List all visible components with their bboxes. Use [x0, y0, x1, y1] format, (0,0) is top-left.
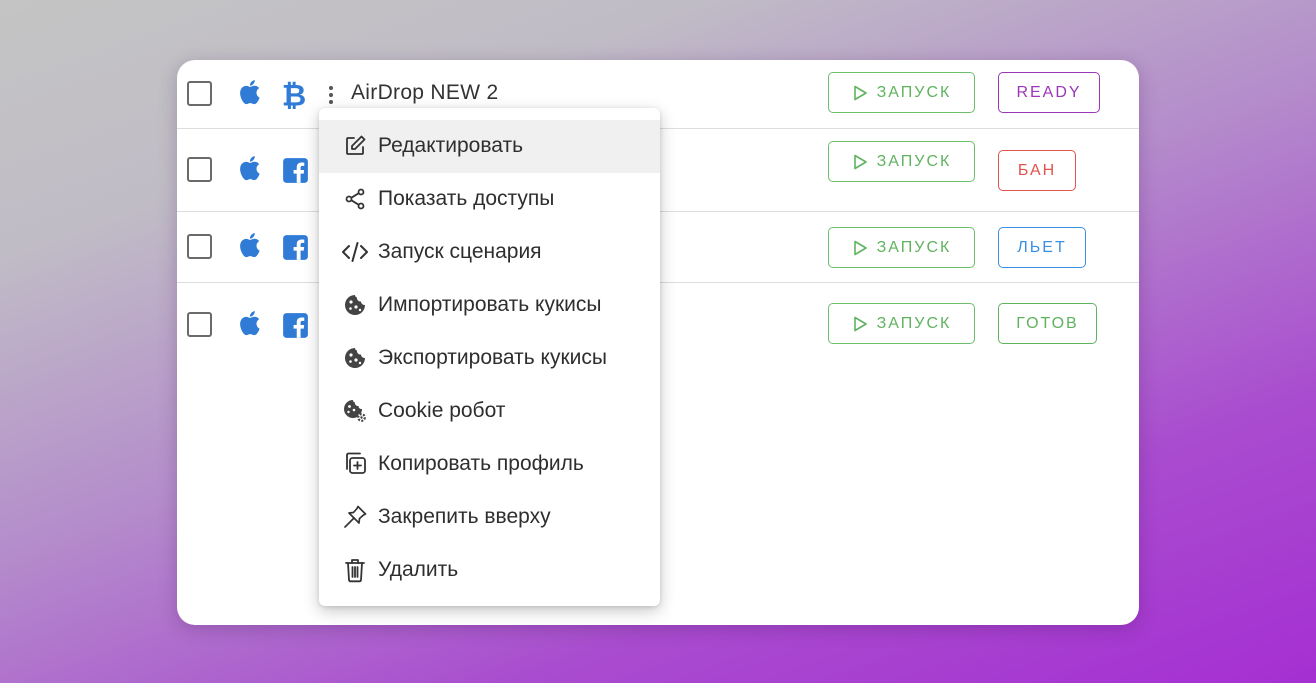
trash-icon	[341, 556, 369, 584]
facebook-icon	[280, 155, 310, 185]
launch-button[interactable]: ЗАПУСК	[828, 141, 975, 182]
copy-plus-icon	[341, 450, 369, 478]
play-icon	[853, 154, 867, 169]
launch-button[interactable]: ЗАПУСК	[828, 227, 975, 268]
launch-label: ЗАПУСК	[876, 83, 952, 101]
apple-icon	[236, 230, 266, 260]
apple-icon	[236, 77, 266, 107]
menu-item-run-script[interactable]: Запуск сценария	[319, 226, 660, 279]
cookie-gear-icon	[341, 397, 369, 425]
status-badge: ГОТОВ	[998, 303, 1097, 344]
edit-icon	[341, 132, 369, 160]
menu-item-import-cookies[interactable]: Импортировать кукисы	[319, 279, 660, 332]
menu-item-label: Cookie робот	[378, 398, 506, 422]
menu-item-label: Удалить	[378, 557, 459, 581]
apple-icon	[236, 308, 266, 338]
menu-item-label: Запуск сценария	[378, 240, 542, 264]
row-checkbox[interactable]	[187, 234, 212, 259]
menu-item-show-access[interactable]: Показать доступы	[319, 173, 660, 226]
status-badge: ЛЬЕТ	[998, 227, 1086, 268]
menu-item-label: Копировать профиль	[378, 451, 584, 475]
row-menu-button[interactable]	[326, 84, 336, 106]
menu-item-pin-top[interactable]: Закрепить вверху	[319, 490, 660, 543]
profile-name: AirDrop NEW 2	[351, 81, 499, 104]
code-icon	[341, 238, 369, 266]
menu-item-copy-profile[interactable]: Копировать профиль	[319, 437, 660, 490]
facebook-icon	[280, 310, 310, 340]
menu-item-delete[interactable]: Удалить	[319, 543, 660, 596]
launch-button[interactable]: ЗАПУСК	[828, 72, 975, 113]
share-icon	[341, 185, 369, 213]
apple-icon	[236, 153, 266, 183]
status-badge: БАН	[998, 150, 1076, 191]
bitcoin-icon: ₿	[279, 79, 309, 109]
menu-item-label: Редактировать	[378, 134, 524, 158]
menu-item-label: Экспортировать кукисы	[378, 346, 607, 369]
menu-item-export-cookies[interactable]: Экспортировать кукисы	[319, 332, 660, 385]
menu-item-label: Импортировать кукисы	[378, 293, 602, 317]
launch-label: ЗАПУСК	[876, 152, 952, 170]
status-badge: READY	[998, 72, 1100, 113]
cookie-icon	[341, 291, 369, 319]
play-icon	[853, 240, 867, 255]
menu-item-label: Показать доступы	[378, 187, 555, 211]
menu-item-cookie-robot[interactable]: Cookie робот	[319, 384, 660, 437]
context-menu: Редактировать Показать доступы Запуск сц…	[319, 108, 660, 606]
launch-label: ЗАПУСК	[876, 314, 952, 332]
menu-item-edit[interactable]: Редактировать	[319, 120, 660, 173]
launch-label: ЗАПУСК	[876, 238, 952, 256]
svg-text:₿: ₿	[282, 79, 306, 109]
play-icon	[853, 316, 867, 331]
cookie-icon	[341, 344, 369, 372]
launch-button[interactable]: ЗАПУСК	[828, 303, 975, 344]
facebook-icon	[280, 232, 310, 262]
menu-item-label: Закрепить вверху	[378, 504, 551, 528]
play-icon	[853, 85, 867, 100]
row-checkbox[interactable]	[187, 312, 212, 337]
row-checkbox[interactable]	[187, 157, 212, 182]
row-checkbox[interactable]	[187, 81, 212, 106]
pin-icon	[341, 503, 369, 531]
